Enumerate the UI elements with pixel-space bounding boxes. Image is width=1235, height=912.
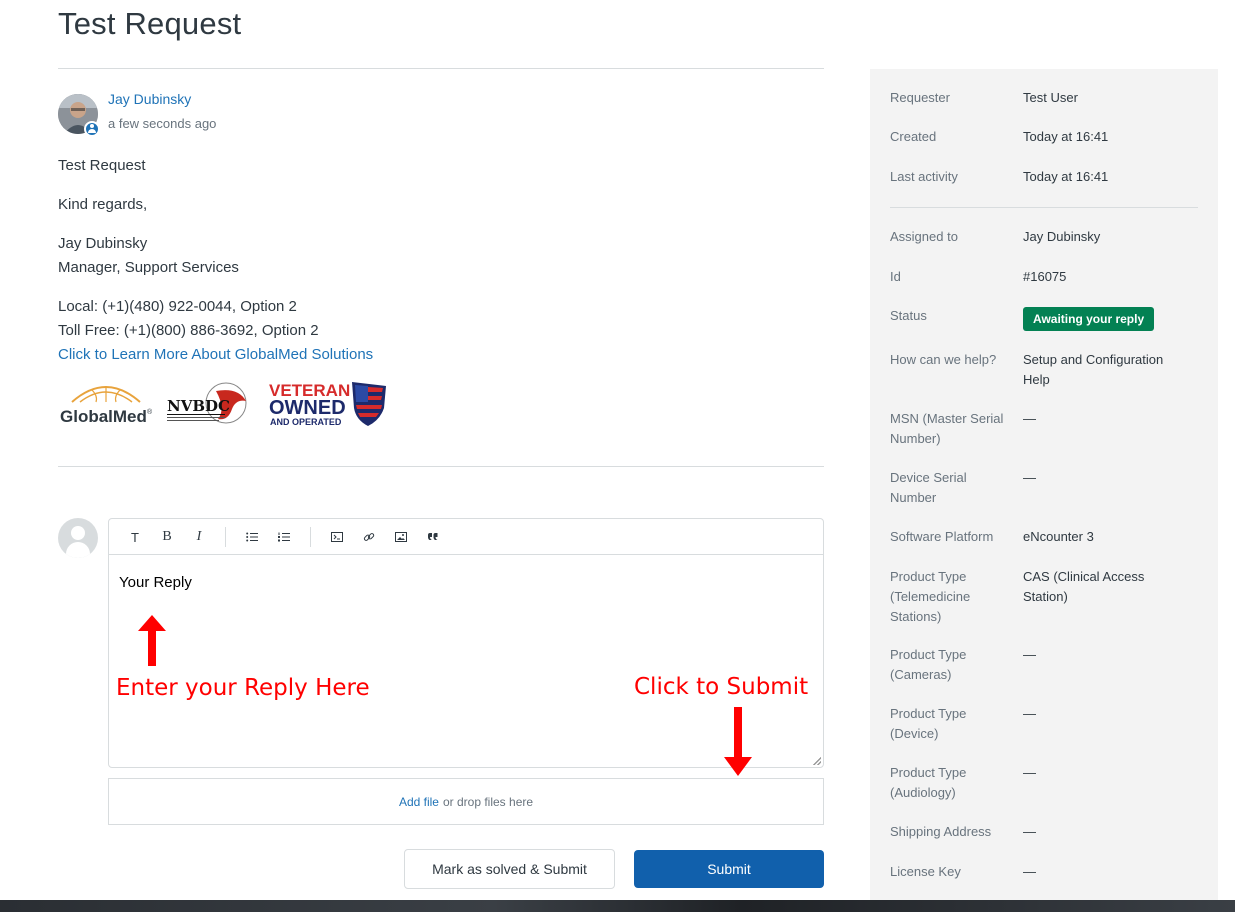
annotation-enter-reply: Enter your Reply Here [116,675,370,701]
signature-title: Manager, Support Services [58,259,239,276]
id-value: #16075 [1023,269,1067,284]
nvbdc-logo-text: NVBDC [167,397,230,415]
veteran-owned-logo[interactable]: VETERAN OWNED AND OPERATED [268,380,390,428]
text-format-button[interactable]: T [125,527,145,547]
product-device-label: Product Type (Device) [890,706,967,741]
help-value: Setup and Configuration Help [1023,352,1164,387]
arrow-down-icon [724,707,752,776]
submit-button[interactable]: Submit [634,850,824,888]
veteran-logo-line3: AND OPERATED [270,417,342,427]
link-icon[interactable] [359,527,379,547]
requester-label: Requester [890,90,950,105]
software-platform-label: Software Platform [890,529,994,544]
license-key-value: — [1023,864,1036,879]
user-avatar-icon [58,518,98,558]
attachment-dropzone[interactable]: Add file or drop files here [108,778,824,825]
comment-line: Kind regards, [58,196,148,213]
product-telemedicine-value: CAS (Clinical Access Station) [1023,569,1145,604]
globalmed-logo[interactable]: GlobalMed ® [58,380,154,426]
id-label: Id [890,269,901,284]
product-audiology-label: Product Type (Audiology) [890,765,967,800]
msn-value: — [1023,411,1036,426]
italic-button[interactable]: I [189,527,209,547]
reply-editor[interactable]: T B I Your Reply [108,518,824,768]
help-label: How can we help? [890,352,997,367]
image-icon[interactable] [391,527,411,547]
quote-icon[interactable] [423,527,443,547]
divider [58,68,824,69]
software-platform-value: eNcounter 3 [1023,529,1094,544]
editor-toolbar: T B I [109,519,823,555]
sidebar-divider [890,207,1198,208]
created-value: Today at 16:41 [1023,129,1109,144]
code-block-icon[interactable] [327,527,347,547]
bold-button[interactable]: B [157,527,177,547]
veteran-logo-line2: OWNED [269,397,346,419]
annotation-click-submit: Click to Submit [634,674,809,700]
reply-text-area[interactable]: Your Reply [119,574,192,591]
product-device-value: — [1023,706,1036,721]
last-activity-label: Last activity [890,169,958,184]
drop-files-text: or drop files here [442,794,534,809]
status-badge: Awaiting your reply [1023,307,1155,331]
product-audiology-value: — [1023,765,1036,780]
created-label: Created [890,129,937,144]
device-serial-label: Device Serial Number [890,470,967,505]
taskbar-strip [0,900,1235,912]
page-title: Test Request [58,6,242,41]
comment-time: a few seconds ago [108,116,217,131]
signature-tollfree-phone: Toll Free: (+1)(800) 886-3692, Option 2 [58,322,319,339]
numbered-list-icon[interactable] [274,527,294,547]
mark-solved-submit-button[interactable]: Mark as solved & Submit [404,849,615,889]
learn-more-link[interactable]: Click to Learn More About GlobalMed Solu… [58,343,373,367]
divider [58,466,824,467]
globalmed-logo-text: GlobalMed [60,407,147,426]
comment-line: Test Request [58,157,146,174]
signature-local-phone: Local: (+1)(480) 922-0044, Option 2 [58,298,297,315]
requester-value: Test User [1023,90,1078,105]
nvbdc-logo[interactable]: NVBDC [166,381,258,427]
bullet-list-icon[interactable] [242,527,262,547]
assigned-to-label: Assigned to [890,229,958,244]
ticket-page: Test Request Jay Dubinsky a few seconds … [0,0,1235,912]
shipping-address-label: Shipping Address [890,824,992,839]
comment-author-link[interactable]: Jay Dubinsky [108,91,191,107]
globalmed-logo-mark: ® [147,408,153,416]
msn-label: MSN (Master Serial Number) [890,411,1004,446]
status-label: Status [890,308,927,323]
product-cameras-value: — [1023,647,1036,662]
product-cameras-label: Product Type (Cameras) [890,647,967,682]
add-file-link[interactable]: Add file [399,795,439,809]
resize-handle-icon[interactable] [813,757,821,765]
assigned-to-value: Jay Dubinsky [1023,229,1101,244]
device-serial-value: — [1023,470,1036,485]
shipping-address-value: — [1023,824,1036,839]
last-activity-value: Today at 16:41 [1023,169,1109,184]
signature-name: Jay Dubinsky [58,235,148,252]
agent-badge-icon [84,121,100,137]
product-telemedicine-label: Product Type (Telemedicine Stations) [890,569,971,624]
license-key-label: License Key [890,864,961,879]
arrow-up-icon [138,615,166,666]
